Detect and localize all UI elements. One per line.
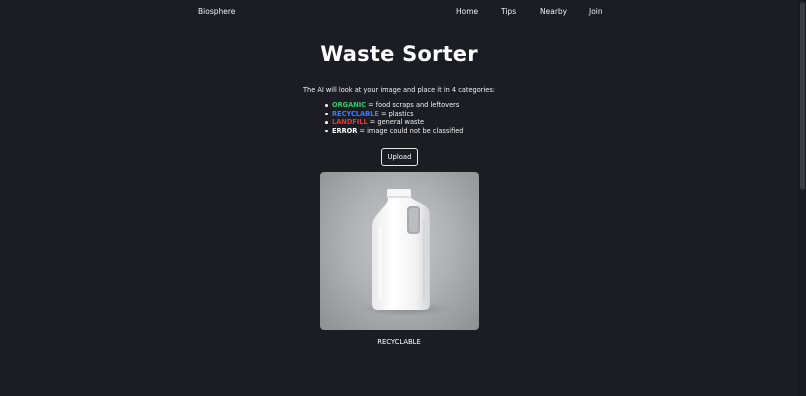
nav-link-tips[interactable]: Tips xyxy=(501,7,516,16)
page: Biosphere Home Tips Nearby Join Waste So… xyxy=(0,0,806,396)
page-title: Waste Sorter xyxy=(320,42,478,66)
classification-result: RECYCLABLE xyxy=(377,338,421,346)
category-item-error: ERROR = image could not be classified xyxy=(324,127,464,136)
category-item-organic: ORGANIC = food scraps and leftovers xyxy=(324,101,464,110)
nav-link-join[interactable]: Join xyxy=(589,7,603,16)
category-desc: = food scraps and leftovers xyxy=(368,101,460,109)
uploaded-image xyxy=(320,172,479,330)
category-name: LANDFILL xyxy=(332,118,368,127)
plastic-jug-photo-icon xyxy=(360,189,452,316)
upload-button[interactable]: Upload xyxy=(381,148,418,166)
category-item-recyclable: RECYCLABLE = plastics xyxy=(324,110,464,119)
scrollbar[interactable] xyxy=(798,0,806,396)
brand-link[interactable]: Biosphere xyxy=(198,7,235,16)
category-name: ERROR xyxy=(332,126,358,135)
category-list: ORGANIC = food scraps and leftovers RECY… xyxy=(324,101,464,135)
category-name: RECYCLABLE xyxy=(332,109,379,118)
intro-text: The AI will look at your image and place… xyxy=(302,86,496,94)
navbar: Biosphere Home Tips Nearby Join xyxy=(0,0,798,26)
bullet-icon xyxy=(325,104,328,107)
scrollbar-thumb[interactable] xyxy=(800,2,805,190)
nav-link-home[interactable]: Home xyxy=(456,7,478,16)
category-desc: = plastics xyxy=(380,109,414,118)
category-desc: = general waste xyxy=(369,118,425,127)
bullet-icon xyxy=(325,121,328,124)
bullet-icon xyxy=(325,112,328,116)
nav-link-nearby[interactable]: Nearby xyxy=(540,7,567,16)
bullet-icon xyxy=(325,129,328,133)
category-name: ORGANIC xyxy=(332,101,367,109)
category-item-landfill: LANDFILL = general waste xyxy=(324,118,464,127)
category-desc: = image could not be classified xyxy=(359,126,464,135)
